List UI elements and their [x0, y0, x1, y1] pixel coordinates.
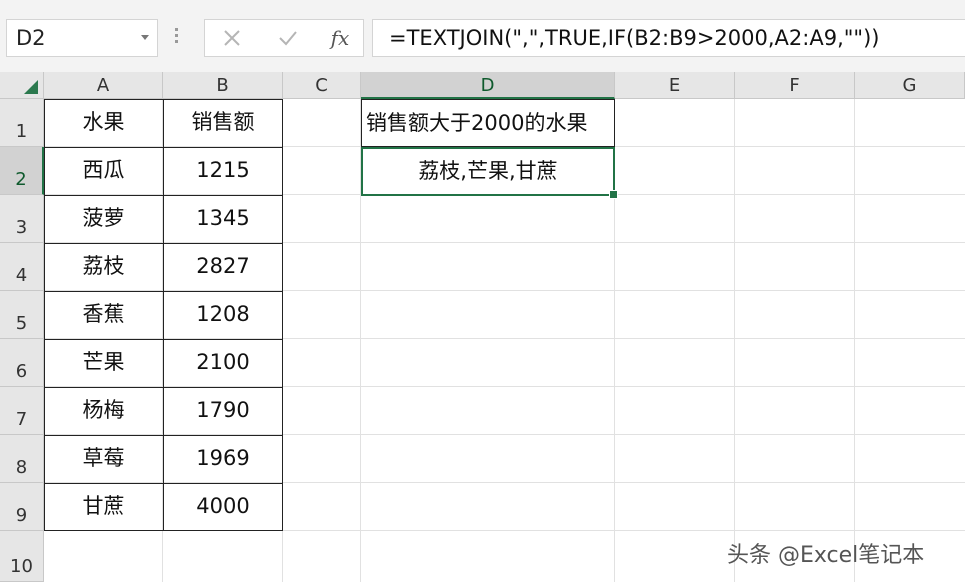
- name-box-value: D2: [16, 26, 46, 50]
- row-number: 8: [15, 457, 28, 478]
- row-header-9[interactable]: 9: [0, 483, 44, 531]
- row-number: 5: [15, 313, 28, 334]
- cell-b6[interactable]: 2100: [163, 339, 283, 387]
- cell-a4[interactable]: 荔枝: [44, 243, 163, 291]
- cell-a9[interactable]: 甘蔗: [44, 483, 163, 531]
- row-header-10[interactable]: 10: [0, 531, 44, 582]
- cell-b9[interactable]: 4000: [163, 483, 283, 531]
- cell-b5[interactable]: 1208: [163, 291, 283, 339]
- cell-a7[interactable]: 杨梅: [44, 387, 163, 435]
- cell-a6[interactable]: 芒果: [44, 339, 163, 387]
- row-header-2[interactable]: 2: [0, 147, 44, 195]
- row-number: 6: [15, 361, 28, 382]
- cell-b8[interactable]: 1969: [163, 435, 283, 483]
- row-header-1[interactable]: 1: [0, 99, 44, 147]
- cell-a8[interactable]: 草莓: [44, 435, 163, 483]
- row-number: 2: [15, 169, 27, 190]
- cell-b2[interactable]: 1215: [163, 147, 283, 195]
- column-header-f[interactable]: F: [735, 72, 855, 99]
- row-header-4[interactable]: 4: [0, 243, 44, 291]
- formula-buttons: fx: [204, 19, 364, 57]
- cell-d2-value: 荔枝,芒果,甘蔗: [418, 159, 558, 183]
- cell-b4[interactable]: 2827: [163, 243, 283, 291]
- insert-function-button[interactable]: fx: [325, 24, 355, 52]
- grid-vline: [854, 99, 855, 582]
- row-number: 4: [15, 265, 28, 286]
- cell-a5[interactable]: 香蕉: [44, 291, 163, 339]
- column-header-a[interactable]: A: [44, 72, 163, 99]
- row-header-8[interactable]: 8: [0, 435, 44, 483]
- formula-text: =TEXTJOIN(",",TRUE,IF(B2:B9>2000,A2:A9,"…: [389, 26, 880, 50]
- cell-a1[interactable]: 水果: [44, 99, 163, 147]
- cell-b3[interactable]: 1345: [163, 195, 283, 243]
- cell-d1[interactable]: 销售额大于2000的水果: [361, 99, 615, 147]
- row-number: 9: [15, 505, 28, 526]
- row-header-3[interactable]: 3: [0, 195, 44, 243]
- formula-input[interactable]: =TEXTJOIN(",",TRUE,IF(B2:B9>2000,A2:A9,"…: [372, 19, 965, 57]
- watermark-text: 头条 @Excel笔记本: [727, 543, 925, 568]
- column-header-d[interactable]: D: [361, 72, 615, 99]
- row-number: 3: [15, 217, 28, 238]
- column-header-b[interactable]: B: [163, 72, 283, 99]
- chevron-down-icon[interactable]: [141, 35, 149, 40]
- select-all-button[interactable]: [0, 72, 44, 99]
- column-header-g[interactable]: G: [855, 72, 965, 99]
- row-header-6[interactable]: 6: [0, 339, 44, 387]
- select-all-icon: [24, 80, 38, 94]
- cell-d2-selected[interactable]: 荔枝,芒果,甘蔗: [361, 147, 618, 199]
- cell-b7[interactable]: 1790: [163, 387, 283, 435]
- row-header-5[interactable]: 5: [0, 291, 44, 339]
- check-icon[interactable]: [273, 24, 303, 52]
- fruit-sales-table: 水果 销售额 西瓜 1215 菠萝 1345 荔枝 2827 香蕉 1208 芒…: [44, 99, 283, 531]
- column-header-c[interactable]: C: [283, 72, 361, 99]
- name-box[interactable]: D2: [6, 19, 158, 57]
- grid-vline: [734, 99, 735, 582]
- row-header-7[interactable]: 7: [0, 387, 44, 435]
- cell-b1[interactable]: 销售额: [163, 99, 283, 147]
- cell-a3[interactable]: 菠萝: [44, 195, 163, 243]
- close-icon[interactable]: [217, 24, 247, 52]
- formula-bar: D2 fx =TEXTJOIN(",",TRUE,IF(B2:B9>2000,A…: [0, 0, 965, 72]
- fill-handle[interactable]: [609, 190, 618, 199]
- row-number: 1: [15, 121, 28, 142]
- column-header-e[interactable]: E: [615, 72, 735, 99]
- cell-a2[interactable]: 西瓜: [44, 147, 163, 195]
- row-number: 10: [10, 556, 33, 577]
- spreadsheet-grid: A B C D E F G 1 2 3 4 5 6 7 8 9 10 水果 销售…: [0, 72, 965, 582]
- row-number: 7: [15, 409, 28, 430]
- drag-handle-icon[interactable]: [175, 28, 179, 48]
